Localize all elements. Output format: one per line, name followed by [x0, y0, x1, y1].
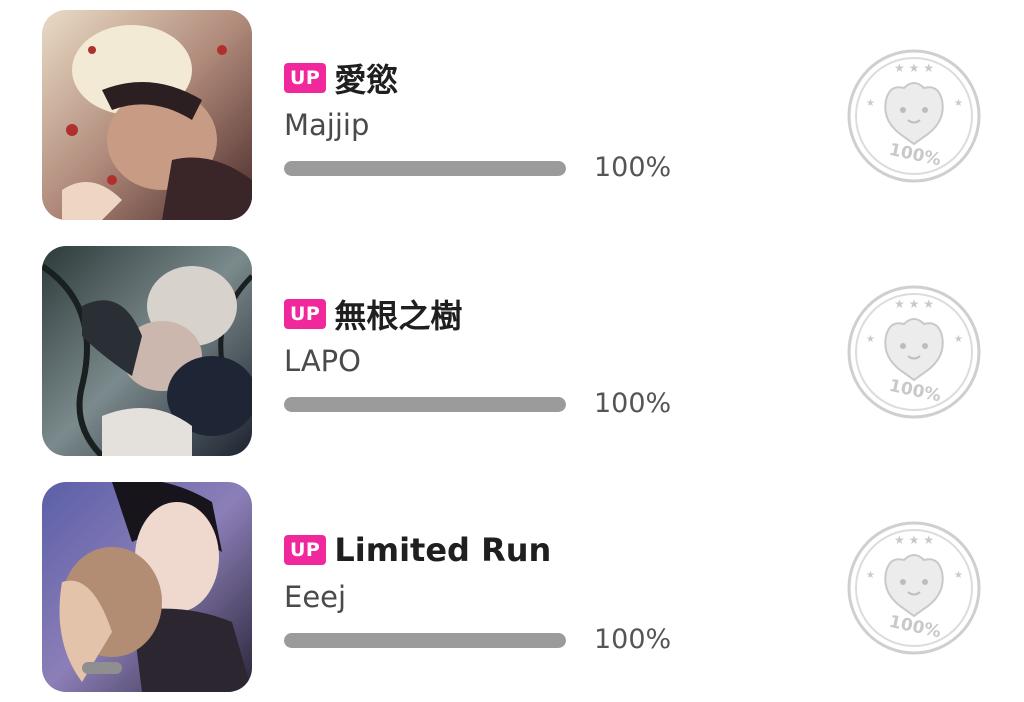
svg-text:★: ★: [866, 570, 875, 581]
svg-text:★: ★: [954, 98, 963, 109]
list-item[interactable]: UP 無根之樹 LAPO 100% ★ ★ ★ ★ ★ 100%: [0, 236, 1024, 472]
svg-text:★: ★: [866, 98, 875, 109]
title-line[interactable]: UP 愛慾: [284, 56, 398, 100]
title-line[interactable]: UP Limited Run: [284, 528, 551, 572]
progress-fill: [284, 633, 566, 648]
svg-text:100%: 100%: [887, 140, 943, 170]
progress-bar: [284, 161, 566, 176]
completion-stamp-icon: ★ ★ ★ ★ ★ 100%: [846, 284, 982, 420]
svg-text:100%: 100%: [887, 612, 943, 642]
cover-thumbnail[interactable]: [42, 246, 252, 456]
up-badge: UP: [284, 299, 327, 329]
comic-title[interactable]: Limited Run: [334, 531, 551, 569]
author-name: Majjip: [284, 108, 370, 142]
progress-fill: [284, 397, 566, 412]
svg-text:★ ★ ★: ★ ★ ★: [894, 61, 934, 75]
author-name: LAPO: [284, 344, 361, 378]
up-badge: UP: [284, 535, 327, 565]
svg-text:100%: 100%: [887, 376, 943, 406]
svg-text:★ ★ ★: ★ ★ ★: [894, 533, 934, 547]
list-item[interactable]: UP Limited Run Eeej 100% ★ ★ ★ ★ ★ 100%: [0, 472, 1024, 702]
completion-stamp-icon: ★ ★ ★ ★ ★ 100%: [846, 48, 982, 184]
up-badge: UP: [284, 63, 327, 93]
cover-art-icon: [42, 246, 252, 456]
svg-text:★: ★: [954, 334, 963, 345]
svg-text:★: ★: [954, 570, 963, 581]
progress-percent: 100%: [594, 624, 672, 655]
progress-percent: 100%: [594, 388, 672, 419]
comic-title[interactable]: 無根之樹: [334, 291, 462, 337]
author-name: Eeej: [284, 580, 347, 614]
completion-stamp-icon: ★ ★ ★ ★ ★ 100%: [846, 520, 982, 656]
title-line[interactable]: UP 無根之樹: [284, 292, 462, 336]
comic-title[interactable]: 愛慾: [334, 55, 398, 101]
progress-percent: 100%: [594, 152, 672, 183]
cover-thumbnail[interactable]: [42, 482, 252, 692]
progress-bar: [284, 397, 566, 412]
cover-art-icon: [42, 10, 252, 220]
comic-list: UP 愛慾 Majjip 100% ★ ★ ★ ★ ★ 100% UP 無根之樹…: [0, 0, 1024, 702]
progress-bar: [284, 633, 566, 648]
cover-art-icon: [42, 482, 252, 692]
svg-text:★: ★: [866, 334, 875, 345]
cover-thumbnail[interactable]: [42, 10, 252, 220]
svg-text:★ ★ ★: ★ ★ ★: [894, 297, 934, 311]
list-item[interactable]: UP 愛慾 Majjip 100% ★ ★ ★ ★ ★ 100%: [0, 0, 1024, 236]
progress-fill: [284, 161, 566, 176]
